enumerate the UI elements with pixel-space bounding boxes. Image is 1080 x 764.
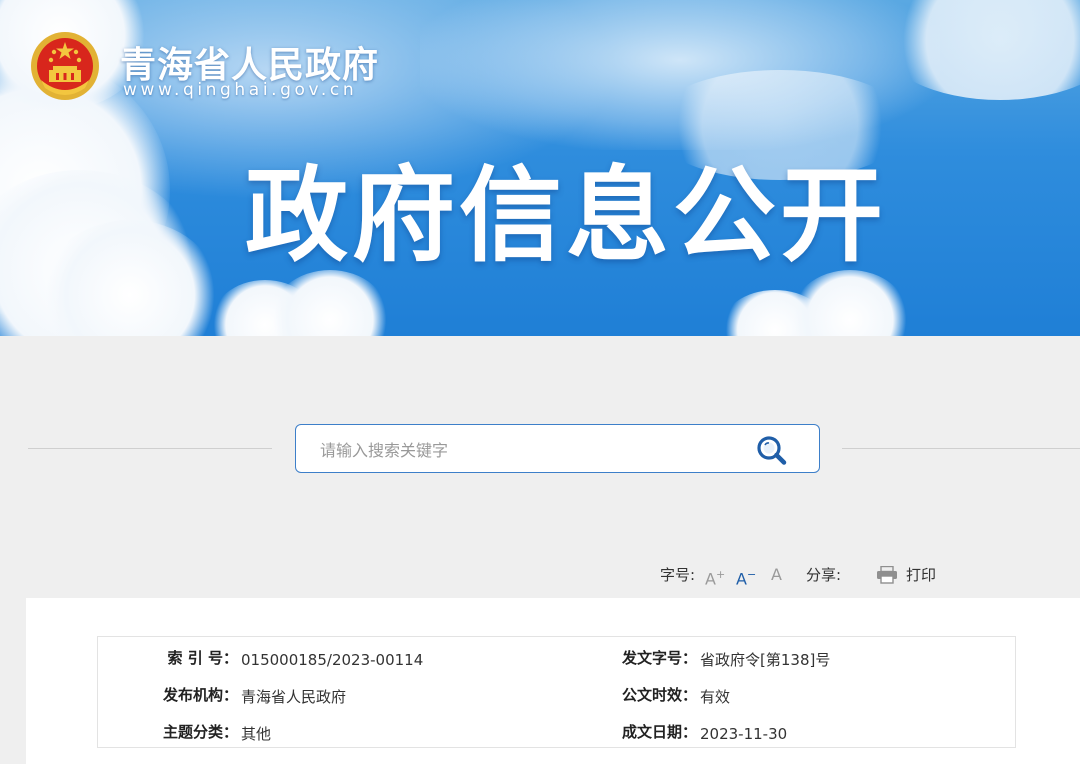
publisher-value: 青海省人民政府 — [241, 688, 347, 706]
index-label: 索 引 号： — [167, 649, 238, 667]
print-button[interactable]: 打印 — [906, 565, 936, 585]
validity-value: 有效 — [700, 688, 731, 706]
share-label: 分享: — [806, 566, 842, 584]
national-emblem-icon — [31, 32, 99, 100]
search-box — [295, 424, 820, 473]
category-label: 主题分类： — [162, 723, 238, 741]
date-label: 成文日期： — [621, 723, 697, 741]
font-increase-button[interactable]: A+ — [705, 565, 725, 589]
cloud-decoration — [270, 270, 390, 336]
site-url: www.qinghai.gov.cn — [123, 80, 358, 100]
font-decrease-glyph: A — [736, 569, 747, 589]
index-value: 015000185/2023-00114 — [241, 651, 424, 669]
publisher-label: 发布机构： — [162, 686, 238, 704]
font-increase-glyph: A — [705, 569, 716, 589]
search-divider-left — [28, 448, 272, 449]
search-divider-right — [842, 448, 1080, 449]
cloud-decoration — [790, 270, 910, 336]
font-decrease-button[interactable]: A− — [736, 565, 756, 589]
date-value: 2023-11-30 — [700, 725, 788, 743]
font-increase-mark: + — [715, 568, 726, 581]
document-metadata-table: 索 引 号： 015000185/2023-00114 发文字号： 省政府令[第… — [97, 636, 1016, 748]
banner-title: 政府信息公开 — [245, 156, 887, 276]
search-input[interactable] — [318, 437, 742, 463]
font-reset-button[interactable]: A — [771, 565, 782, 585]
site-banner: 青海省人民政府 www.qinghai.gov.cn 政府信息公开 — [0, 0, 1080, 336]
print-icon[interactable] — [876, 566, 898, 584]
font-decrease-mark: − — [746, 568, 757, 581]
search-icon[interactable] — [752, 434, 794, 466]
validity-label: 公文时效： — [621, 686, 697, 704]
category-value: 其他 — [241, 725, 272, 743]
font-size-label: 字号: — [660, 566, 696, 584]
doc-number-value: 省政府令[第138]号 — [700, 651, 831, 669]
doc-number-label: 发文字号： — [621, 649, 697, 667]
